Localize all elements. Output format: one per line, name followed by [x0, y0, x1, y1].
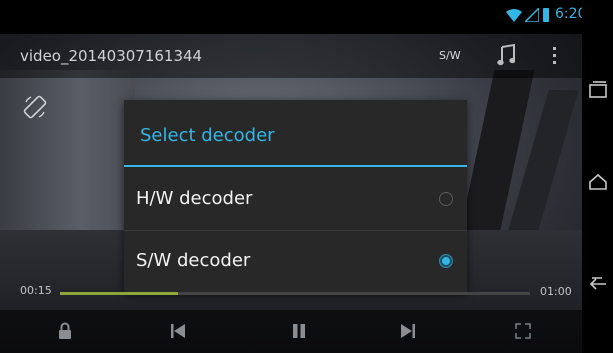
seek-bar-fill: [60, 292, 178, 295]
option-label: S/W decoder: [136, 250, 251, 271]
total-duration: 01:00: [540, 285, 572, 298]
screen-rotate-icon[interactable]: [22, 94, 48, 120]
option-hw-decoder[interactable]: H/W decoder: [124, 170, 467, 230]
system-nav-bar: [582, 0, 613, 353]
dialog-title-divider: [124, 165, 467, 167]
seek-bar[interactable]: [60, 292, 530, 295]
next-icon[interactable]: [400, 322, 416, 340]
screen: 6:20 video_20140307161344 S/W Select dec…: [0, 0, 613, 353]
fullscreen-icon[interactable]: [514, 322, 532, 340]
back-icon[interactable]: [588, 272, 608, 292]
video-title: video_20140307161344: [20, 47, 203, 65]
elapsed-time: 00:15: [20, 284, 52, 297]
battery-icon: [543, 8, 549, 22]
home-icon[interactable]: [588, 172, 608, 192]
sw-decoder-radio[interactable]: [439, 254, 453, 268]
signal-icon: [525, 8, 539, 22]
status-bar: 6:20: [0, 0, 586, 34]
lock-icon[interactable]: [58, 322, 72, 340]
playback-controls: [0, 310, 582, 353]
overflow-menu-icon[interactable]: [552, 45, 558, 67]
hw-decoder-radio[interactable]: [439, 192, 453, 206]
wifi-icon: [506, 8, 522, 22]
option-label: H/W decoder: [136, 188, 253, 209]
option-divider: [124, 230, 467, 231]
recents-icon[interactable]: [588, 80, 608, 100]
decoder-toggle[interactable]: S/W: [439, 49, 461, 62]
previous-icon[interactable]: [170, 322, 186, 340]
title-bar: video_20140307161344 S/W: [0, 34, 582, 78]
select-decoder-dialog: Select decoder H/W decoder S/W decoder: [124, 100, 467, 293]
music-icon[interactable]: [497, 44, 515, 66]
option-sw-decoder[interactable]: S/W decoder: [124, 232, 467, 292]
pause-icon[interactable]: [291, 322, 307, 340]
dialog-title: Select decoder: [140, 125, 275, 146]
